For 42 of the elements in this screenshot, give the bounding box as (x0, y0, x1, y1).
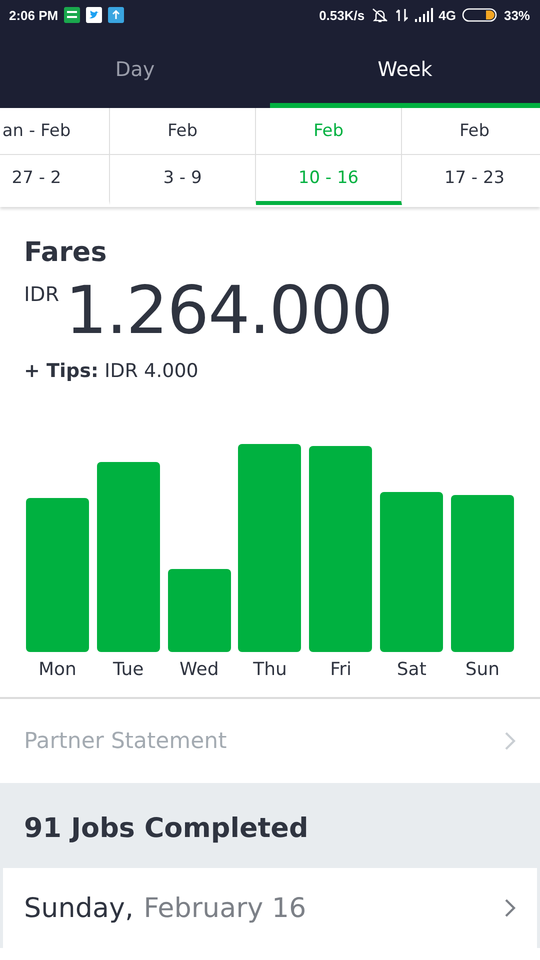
day-label: Thu (252, 659, 288, 680)
week-selector[interactable]: Feb 17 - 23 (402, 108, 540, 205)
weekday-label: Sunday, (24, 892, 134, 924)
app-notification-icon (64, 7, 80, 23)
week-days: 10 - 16 (256, 155, 401, 201)
day-label: Tue (112, 659, 145, 680)
currency-label: IDR (24, 282, 60, 306)
week-selector[interactable]: Feb 3 - 9 (110, 108, 256, 205)
network-type: 4G (438, 8, 456, 22)
week-days: 3 - 9 (110, 155, 255, 201)
muted-bell-icon (370, 7, 389, 23)
day-row[interactable]: Sunday, February 16 (3, 868, 537, 948)
chevron-right-icon (504, 898, 516, 918)
fares-title: Fares (24, 237, 108, 268)
data-arrows-icon (394, 7, 409, 23)
day-label: Sat (396, 659, 428, 680)
day-label: Sun (464, 659, 501, 680)
week-month: an - Feb (0, 108, 109, 155)
day-label: Wed (178, 659, 220, 680)
chevron-right-icon (504, 731, 516, 751)
network-speed: 0.53K/s (319, 8, 365, 22)
day-label: Mon (38, 659, 78, 680)
signal-icon (414, 8, 433, 22)
date-label: February 16 (144, 892, 306, 924)
week-month: Feb (110, 108, 255, 155)
bird-icon (86, 7, 102, 23)
fares-amount: 1.264.000 (65, 271, 392, 351)
week-days: 17 - 23 (402, 155, 540, 201)
jobs-completed-heading: 91 Jobs Completed (23, 813, 310, 846)
status-time: 2:06 PM (9, 8, 58, 22)
tips-label: + Tips: (24, 360, 99, 382)
day-label: Fri (329, 659, 353, 680)
week-month: Feb (256, 108, 401, 155)
period-tab[interactable]: Week (270, 30, 540, 108)
tips-value: IDR 4.000 (104, 360, 198, 382)
week-selector[interactable]: an - Feb 27 - 2 (0, 108, 110, 205)
period-tab[interactable]: Day (0, 30, 270, 108)
week-days: 27 - 2 (0, 155, 109, 201)
week-month: Feb (402, 108, 540, 155)
battery-percent: 33% (504, 8, 530, 22)
partner-statement-label: Partner Statement (24, 728, 227, 754)
battery-icon (462, 7, 498, 23)
